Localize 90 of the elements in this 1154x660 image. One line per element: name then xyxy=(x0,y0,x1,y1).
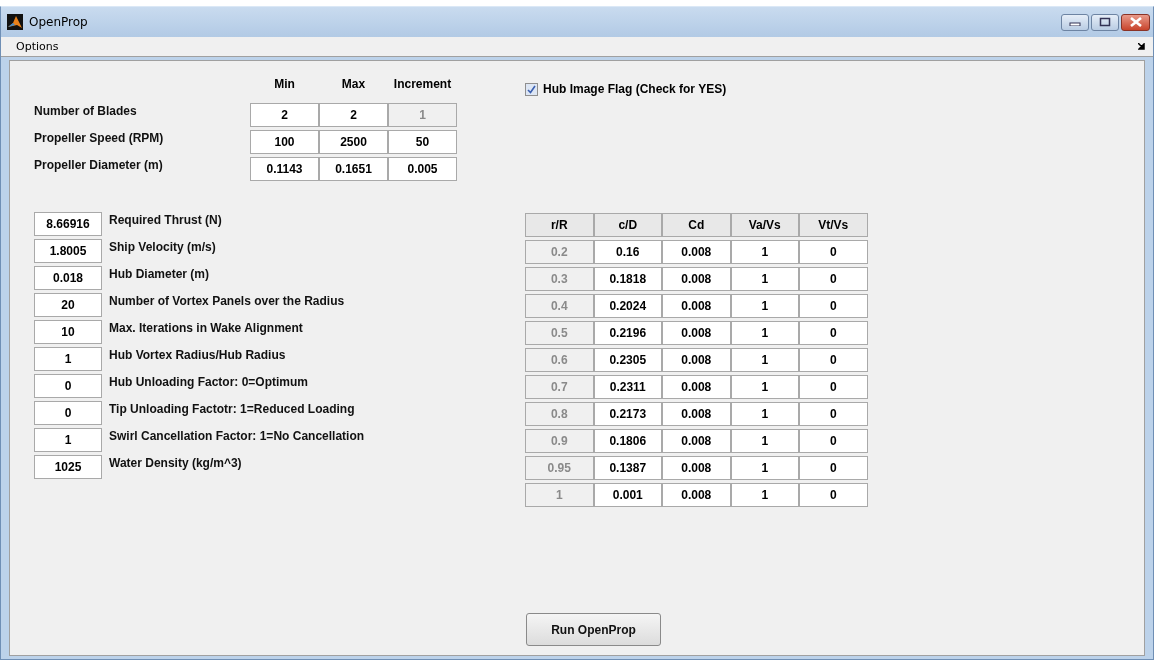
input-field[interactable]: 2 xyxy=(319,103,388,127)
column-header: Vt/Vs xyxy=(799,213,868,237)
run-button[interactable]: Run OpenProp xyxy=(526,613,661,646)
table-cell[interactable]: 0.1806 xyxy=(593,429,662,453)
input-field[interactable]: 8.66916 xyxy=(34,212,102,236)
table-cell[interactable]: 0.008 xyxy=(662,321,731,345)
input-field[interactable]: 1 xyxy=(34,428,102,452)
parameter-label: Required Thrust (N) xyxy=(109,212,222,228)
table-cell[interactable]: 0.008 xyxy=(662,294,731,318)
table-cell[interactable]: 0 xyxy=(799,483,868,507)
input-field[interactable]: 1025 xyxy=(34,455,102,479)
input-field[interactable]: 2 xyxy=(250,103,319,127)
parameter-label: Propeller Diameter (m) xyxy=(34,157,164,174)
table-cell[interactable]: 0 xyxy=(799,402,868,426)
table-cell[interactable]: 0 xyxy=(799,456,868,480)
table-cell[interactable]: 1 xyxy=(730,321,799,345)
input-field[interactable]: 0.005 xyxy=(388,157,457,181)
parameter-label: Max. Iterations in Wake Alignment xyxy=(109,320,303,336)
table-cell[interactable]: 0.1818 xyxy=(593,267,662,291)
input-field[interactable]: 0 xyxy=(34,374,102,398)
table-cell[interactable]: 0 xyxy=(799,267,868,291)
column-header: r/R xyxy=(525,213,594,237)
column-header: Cd xyxy=(662,213,731,237)
table-cell[interactable]: 0.2196 xyxy=(593,321,662,345)
parameter-label: Hub Vortex Radius/Hub Radius xyxy=(109,347,286,363)
table-cell[interactable]: 1 xyxy=(730,348,799,372)
table-cell[interactable]: 0.008 xyxy=(662,267,731,291)
table-cell[interactable]: 0.008 xyxy=(662,240,731,264)
parameter-label: Propeller Speed (RPM) xyxy=(34,130,165,147)
parameter-label: Swirl Cancellation Factor: 1=No Cancellation xyxy=(109,428,365,444)
table-cell[interactable]: 0 xyxy=(799,240,868,264)
table-cell[interactable]: 0.2305 xyxy=(593,348,662,372)
table-cell[interactable]: 1 xyxy=(730,402,799,426)
maximize-button[interactable] xyxy=(1091,13,1119,31)
column-header: Min xyxy=(273,76,296,93)
window-title: OpenProp xyxy=(29,15,88,29)
input-field[interactable]: 1.8005 xyxy=(34,239,102,263)
table-cell[interactable]: 1 xyxy=(730,294,799,318)
table-cell[interactable]: 0.2173 xyxy=(593,402,662,426)
parameter-label: Hub Unloading Factor: 0=Optimum xyxy=(109,374,308,390)
input-field[interactable]: 100 xyxy=(250,130,319,154)
input-field[interactable]: 0.1143 xyxy=(250,157,319,181)
table-cell[interactable]: 1 xyxy=(730,483,799,507)
parameter-label: Hub Diameter (m) xyxy=(109,266,209,282)
input-field[interactable]: 0 xyxy=(34,401,102,425)
table-cell[interactable]: 0 xyxy=(799,294,868,318)
parameter-label: Ship Velocity (m/s) xyxy=(109,239,216,255)
checkbox-label: Hub Image Flag (Check for YES) xyxy=(543,82,727,96)
input-field[interactable]: 50 xyxy=(388,130,457,154)
table-cell[interactable]: 0.008 xyxy=(662,348,731,372)
parameter-label: Number of Blades xyxy=(34,103,138,120)
table-cell[interactable]: 0.008 xyxy=(662,402,731,426)
close-button[interactable] xyxy=(1121,13,1150,31)
app-logo-icon xyxy=(7,14,23,30)
input-field[interactable]: 10 xyxy=(34,320,102,344)
input-field[interactable]: 2500 xyxy=(319,130,388,154)
column-header: Va/Vs xyxy=(730,213,799,237)
table-cell[interactable]: 0 xyxy=(799,429,868,453)
input-field[interactable]: 1 xyxy=(34,347,102,371)
table-cell[interactable]: 1 xyxy=(730,240,799,264)
table-cell[interactable]: 1 xyxy=(730,429,799,453)
table-cell[interactable]: 0.2311 xyxy=(593,375,662,399)
parameter-label: Water Density (kg/m^3) xyxy=(109,455,242,471)
table-cell[interactable]: 0 xyxy=(799,375,868,399)
menu-item[interactable]: Options xyxy=(16,40,59,53)
column-header: Increment xyxy=(392,76,453,93)
parameter-label: Number of Vortex Panels over the Radius xyxy=(109,293,345,309)
table-cell[interactable]: 0.008 xyxy=(662,429,731,453)
table-cell[interactable]: 0 xyxy=(799,321,868,345)
table-cell[interactable]: 0.008 xyxy=(662,375,731,399)
table-cell[interactable]: 1 xyxy=(730,267,799,291)
close-icon xyxy=(1128,17,1143,27)
table-cell[interactable]: 0.008 xyxy=(662,483,731,507)
input-field[interactable]: 0.018 xyxy=(34,266,102,290)
table-cell[interactable]: 0 xyxy=(799,348,868,372)
table-cell[interactable]: 0.16 xyxy=(593,240,662,264)
dock-arrow-icon[interactable] xyxy=(1138,43,1145,50)
table-cell[interactable]: 1 xyxy=(730,375,799,399)
column-header: c/D xyxy=(593,213,662,237)
input-field[interactable]: 20 xyxy=(34,293,102,317)
maximize-icon xyxy=(1099,17,1111,27)
table-cell[interactable]: 0.008 xyxy=(662,456,731,480)
table-cell[interactable]: 0.001 xyxy=(593,483,662,507)
input-field[interactable]: 0.1651 xyxy=(319,157,388,181)
table-cell[interactable]: 0.2024 xyxy=(593,294,662,318)
parameter-label: Tip Unloading Factotr: 1=Reduced Loading xyxy=(109,401,355,417)
column-header: Max xyxy=(340,76,367,93)
table-cell[interactable]: 1 xyxy=(730,456,799,480)
checkbox[interactable] xyxy=(525,82,538,96)
table-cell[interactable]: 0.1387 xyxy=(593,456,662,480)
